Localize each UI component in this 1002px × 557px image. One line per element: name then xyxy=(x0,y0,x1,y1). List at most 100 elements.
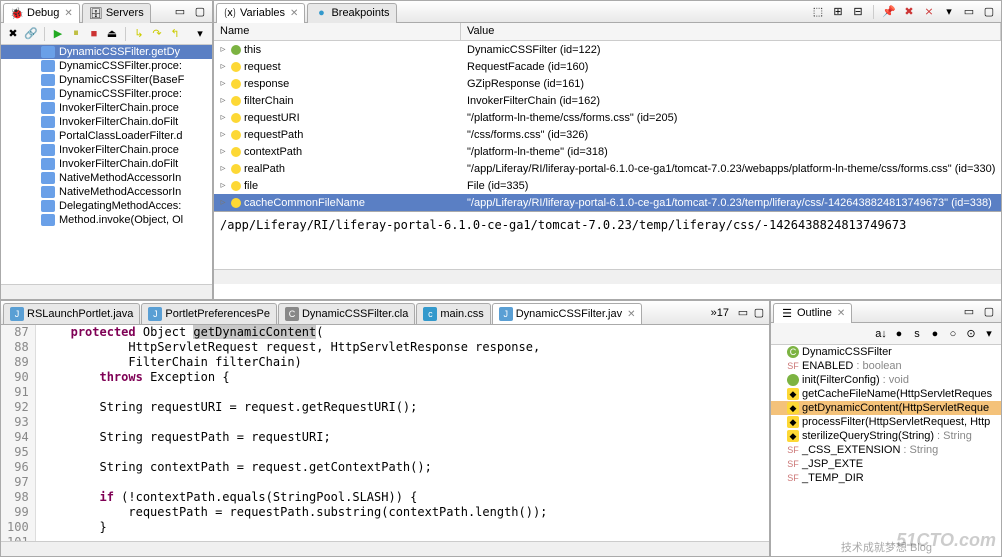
stack-frame[interactable]: NativeMethodAccessorIn xyxy=(1,185,212,199)
maximize-icon[interactable]: ▢ xyxy=(751,305,767,321)
tab-breakpoints[interactable]: ● Breakpoints xyxy=(307,3,396,23)
code-area[interactable]: protected Object getDynamicContent( Http… xyxy=(36,325,769,541)
variables-tree[interactable]: ▹thisDynamicCSSFilter (id=122)▹requestRe… xyxy=(214,41,1001,211)
stack-frame[interactable]: PortalClassLoaderFilter.d xyxy=(1,129,212,143)
link-icon[interactable]: 🔗 xyxy=(23,26,39,42)
outline-item[interactable]: ◆getDynamicContent(HttpServletReque xyxy=(771,401,1001,415)
horizontal-scrollbar[interactable] xyxy=(1,284,212,299)
stack-frame[interactable]: InvokerFilterChain.proce xyxy=(1,143,212,157)
outline-item[interactable]: ◆getCacheFileName(HttpServletReques xyxy=(771,387,1001,401)
maximize-icon[interactable]: ▢ xyxy=(192,4,208,20)
column-value[interactable]: Value xyxy=(461,23,1001,40)
expand-icon[interactable]: ▹ xyxy=(218,61,228,72)
stack-frame[interactable]: Method.invoke(Object, Ol xyxy=(1,213,212,227)
horizontal-scrollbar[interactable] xyxy=(1,541,769,556)
stack-frame[interactable]: NativeMethodAccessorIn xyxy=(1,171,212,185)
close-icon[interactable]: ✕ xyxy=(837,308,845,319)
terminate-icon[interactable]: ■ xyxy=(86,26,102,42)
variable-row[interactable]: ▹requestURI"/platform-ln-theme/css/forms… xyxy=(214,109,1001,126)
outline-item[interactable]: ◆processFilter(HttpServletRequest, Http xyxy=(771,415,1001,429)
tab-servers[interactable]: 🗄 Servers xyxy=(82,3,151,23)
minimize-icon[interactable]: ▭ xyxy=(961,304,977,320)
hide-static-icon[interactable]: s xyxy=(909,326,925,342)
expand-icon[interactable]: ▹ xyxy=(218,78,228,89)
close-icon[interactable]: ✕ xyxy=(64,8,72,19)
variable-detail[interactable]: /app/Liferay/RI/liferay-portal-6.1.0-ce-… xyxy=(214,211,1001,269)
hide-fields-icon[interactable]: ● xyxy=(891,326,907,342)
expand-icon[interactable]: ▹ xyxy=(218,163,228,174)
outline-tree[interactable]: CDynamicCSSFilterSFENABLED : booleaninit… xyxy=(771,345,1001,556)
stack-frame[interactable]: DynamicCSSFilter.proce: xyxy=(1,87,212,101)
resume-icon[interactable]: ▶ xyxy=(50,26,66,42)
step-into-icon[interactable]: ↳ xyxy=(131,26,147,42)
editor-tab[interactable]: JPortletPreferencesPe xyxy=(141,303,277,325)
variable-row[interactable]: ▹filterChainInvokerFilterChain (id=162) xyxy=(214,92,1001,109)
editor-tab[interactable]: JDynamicCSSFilter.jav✕ xyxy=(492,303,643,325)
editor-tab[interactable]: cmain.css xyxy=(416,303,490,325)
variable-row[interactable]: ▹thisDynamicCSSFilter (id=122) xyxy=(214,41,1001,58)
outline-item[interactable]: CDynamicCSSFilter xyxy=(771,345,1001,359)
suspend-icon[interactable]: ⏸ xyxy=(68,26,84,42)
tab-variables[interactable]: ⒳ Variables ✕ xyxy=(216,3,305,23)
tab-outline[interactable]: ☰ Outline ✕ xyxy=(773,303,852,323)
horizontal-scrollbar[interactable] xyxy=(214,269,1001,284)
hide-local-icon[interactable]: ○ xyxy=(945,326,961,342)
expand-icon[interactable]: ▹ xyxy=(218,197,228,208)
view-menu-icon[interactable]: ▾ xyxy=(192,26,208,42)
outline-item[interactable]: SFENABLED : boolean xyxy=(771,359,1001,373)
stack-frame[interactable]: InvokerFilterChain.doFilt xyxy=(1,157,212,171)
variable-row[interactable]: ▹contextPath"/platform-ln-theme" (id=318… xyxy=(214,143,1001,160)
variable-row[interactable]: ▹requestRequestFacade (id=160) xyxy=(214,58,1001,75)
close-icon[interactable]: ✕ xyxy=(290,8,298,19)
show-type-names-icon[interactable]: ⬚ xyxy=(810,4,826,20)
remove-terminated-icon[interactable]: ✖ xyxy=(5,26,21,42)
outline-item[interactable]: init(FilterConfig) : void xyxy=(771,373,1001,387)
expand-icon[interactable]: ▹ xyxy=(218,95,228,106)
sort-icon[interactable]: a↓ xyxy=(873,326,889,342)
stack-frame[interactable]: DynamicCSSFilter.proce: xyxy=(1,59,212,73)
remove-icon[interactable]: ✖ xyxy=(901,4,917,20)
editor-tab[interactable]: JRSLaunchPortlet.java xyxy=(3,303,140,325)
logical-structure-icon[interactable]: ⊞ xyxy=(830,4,846,20)
outline-item[interactable]: SF_JSP_EXTE xyxy=(771,457,1001,471)
collapse-all-icon[interactable]: ⊟ xyxy=(850,4,866,20)
stack-frame[interactable]: InvokerFilterChain.doFilt xyxy=(1,115,212,129)
step-return-icon[interactable]: ↰ xyxy=(167,26,183,42)
remove-all-icon[interactable]: ⨯ xyxy=(921,4,937,20)
hide-nonpublic-icon[interactable]: ● xyxy=(927,326,943,342)
minimize-icon[interactable]: ▭ xyxy=(735,305,751,321)
expand-icon[interactable]: ▹ xyxy=(218,44,228,55)
tab-overflow[interactable]: »17 xyxy=(705,307,735,319)
call-stack[interactable]: DynamicCSSFilter.getDyDynamicCSSFilter.p… xyxy=(1,45,212,284)
view-menu-icon[interactable]: ▾ xyxy=(981,326,997,342)
close-icon[interactable]: ✕ xyxy=(627,309,635,320)
variable-row[interactable]: ▹requestPath"/css/forms.css" (id=326) xyxy=(214,126,1001,143)
column-name[interactable]: Name xyxy=(214,23,461,40)
tab-debug[interactable]: 🐞 Debug ✕ xyxy=(3,3,80,23)
stack-frame[interactable]: DynamicCSSFilter.getDy xyxy=(1,45,212,59)
minimize-icon[interactable]: ▭ xyxy=(961,4,977,20)
variable-row[interactable]: ▹fileFile (id=335) xyxy=(214,177,1001,194)
step-over-icon[interactable]: ↷ xyxy=(149,26,165,42)
disconnect-icon[interactable]: ⏏ xyxy=(104,26,120,42)
outline-item[interactable]: SF_CSS_EXTENSION : String xyxy=(771,443,1001,457)
editor-body[interactable]: 87888990919293949596979899100101 protect… xyxy=(1,325,769,541)
outline-item[interactable]: SF_TEMP_DIR xyxy=(771,471,1001,485)
expand-icon[interactable]: ▹ xyxy=(218,112,228,123)
maximize-icon[interactable]: ▢ xyxy=(981,4,997,20)
view-menu-icon[interactable]: ▾ xyxy=(941,4,957,20)
maximize-icon[interactable]: ▢ xyxy=(981,304,997,320)
expand-icon[interactable]: ▹ xyxy=(218,129,228,140)
expand-icon[interactable]: ▹ xyxy=(218,180,228,191)
focus-icon[interactable]: ⊙ xyxy=(963,326,979,342)
variable-row[interactable]: ▹responseGZipResponse (id=161) xyxy=(214,75,1001,92)
outline-item[interactable]: ◆sterilizeQueryString(String) : String xyxy=(771,429,1001,443)
stack-frame[interactable]: InvokerFilterChain.proce xyxy=(1,101,212,115)
expand-icon[interactable]: ▹ xyxy=(218,146,228,157)
stack-frame[interactable]: DelegatingMethodAcces: xyxy=(1,199,212,213)
stack-frame[interactable]: DynamicCSSFilter(BaseF xyxy=(1,73,212,87)
variable-row[interactable]: ▹realPath"/app/Liferay/RI/liferay-portal… xyxy=(214,160,1001,177)
minimize-icon[interactable]: ▭ xyxy=(172,4,188,20)
editor-tab[interactable]: CDynamicCSSFilter.cla xyxy=(278,303,415,325)
variable-row[interactable]: ▹cacheCommonFileName"/app/Liferay/RI/lif… xyxy=(214,194,1001,211)
